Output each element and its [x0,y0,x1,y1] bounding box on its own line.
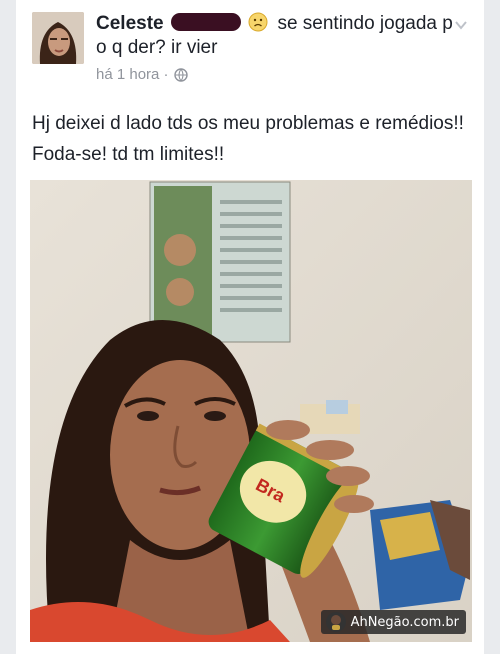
post-card: Celeste se sentindo jogada p o q der? ir… [16,0,484,654]
watermark-badge: AhNegão.com.br [320,610,466,634]
redaction-bar [170,13,241,31]
post-header: Celeste se sentindo jogada p o q der? ir… [96,12,456,60]
ahnegao-logo-icon [325,612,346,632]
post-body: Hj deixei d lado tds os meu problemas e … [32,113,464,165]
watermark-text: AhNegão.com.br [350,614,459,630]
post-timestamp[interactable]: há 1 hora · [96,66,169,83]
author-avatar[interactable] [32,12,84,64]
globe-icon[interactable] [173,67,188,82]
sad-face-emoji-icon [248,12,268,32]
post-photo[interactable]: Bra AhNegão.com.br [30,180,472,642]
author-name[interactable]: Celeste [96,13,164,34]
selfie-image: Bra [30,180,472,642]
post-meta: há 1 hora · [96,66,188,83]
avatar-image [32,12,84,64]
chevron-down-icon[interactable] [454,18,468,32]
